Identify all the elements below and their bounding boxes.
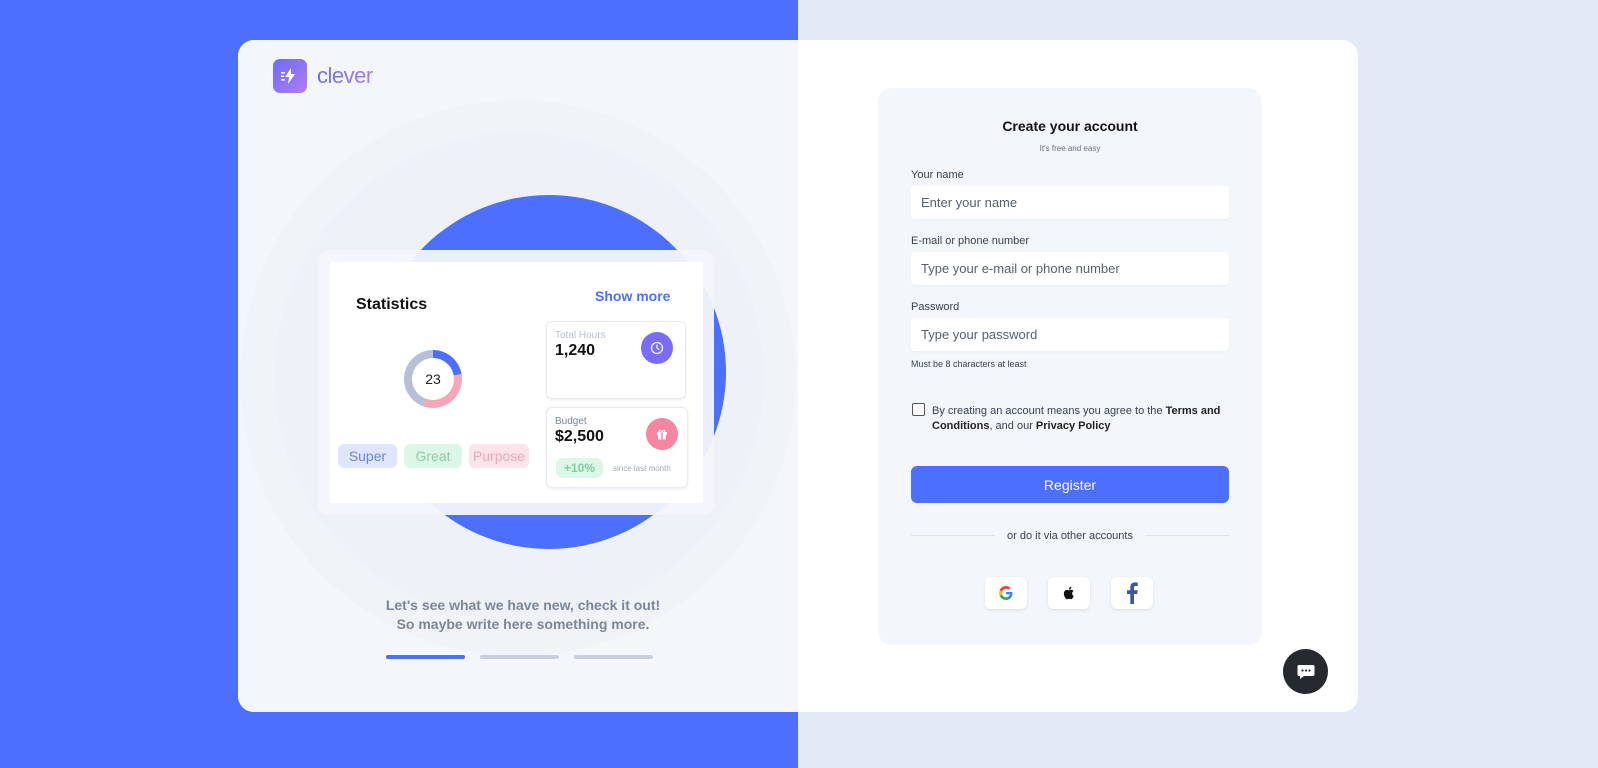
register-button[interactable]: Register [911,466,1229,503]
terms-prefix: By creating an account means you agree t… [932,405,1166,417]
google-signin-button[interactable] [985,577,1027,609]
statistics-widget: Statistics Show more 23 Super Great Purp… [330,262,703,503]
email-label: E-mail or phone number [911,235,1030,247]
google-icon [999,586,1013,600]
apple-signin-button[interactable] [1048,577,1090,609]
terms-text: By creating an account means you agree t… [932,404,1224,434]
password-label: Password [911,301,960,313]
chip-super: Super [338,444,397,468]
promo-tagline: Let's see what we have new, check it out… [385,597,661,632]
form-area: Create your account It's free and easy Y… [798,40,1358,712]
email-input[interactable] [911,252,1229,285]
clock-icon [641,332,673,364]
password-input[interactable] [911,318,1229,351]
brand-name: clever [317,63,373,88]
facebook-icon [1127,582,1138,604]
name-label: Your name [911,169,964,181]
signup-form: Create your account It's free and easy Y… [878,88,1262,645]
carousel-dot-1[interactable] [386,655,465,659]
donut-value: 23 [412,358,454,400]
budget-value: $2,500 [555,428,604,445]
chip-purpose: Purpose [469,444,529,468]
apple-icon [1063,586,1074,600]
chat-button[interactable] [1283,649,1328,694]
divider-label: or do it via other accounts [995,530,1145,542]
show-more-link[interactable]: Show more [595,288,670,304]
signup-card: clever Statistics Show more 23 Super Gre… [238,40,1358,712]
terms-checkbox[interactable] [912,403,925,416]
statistics-title: Statistics [356,296,428,313]
total-hours-value: 1,240 [555,342,596,359]
budget-growth-badge: +10% [556,458,603,478]
form-subtitle: It's free and easy [1039,144,1101,153]
divider-text: or do it via other accounts [878,530,1262,542]
chip-great: Great [404,444,462,468]
terms-middle: , and our [989,420,1036,432]
total-hours-card: Total Hours 1,240 [546,321,686,399]
bolt-icon [273,59,307,93]
gift-icon [646,418,678,450]
password-hint: Must be 8 characters at least [911,359,1027,369]
name-input[interactable] [911,186,1229,219]
donut-chart: 23 [404,350,462,408]
carousel-dot-3[interactable] [574,655,653,659]
budget-card: Budget $2,500 +10% since last month [546,407,688,488]
facebook-signin-button[interactable] [1111,577,1153,609]
brand-logo[interactable]: clever [273,59,373,93]
form-title: Create your account [1002,118,1138,134]
privacy-policy-link[interactable]: Privacy Policy [1036,420,1111,432]
promo-panel: clever Statistics Show more 23 Super Gre… [238,40,798,712]
budget-label: Budget [555,416,587,427]
carousel-dot-2[interactable] [480,655,559,659]
total-hours-label: Total Hours [555,330,606,341]
budget-since-text: since last month [613,464,671,473]
chat-icon [1297,664,1314,679]
